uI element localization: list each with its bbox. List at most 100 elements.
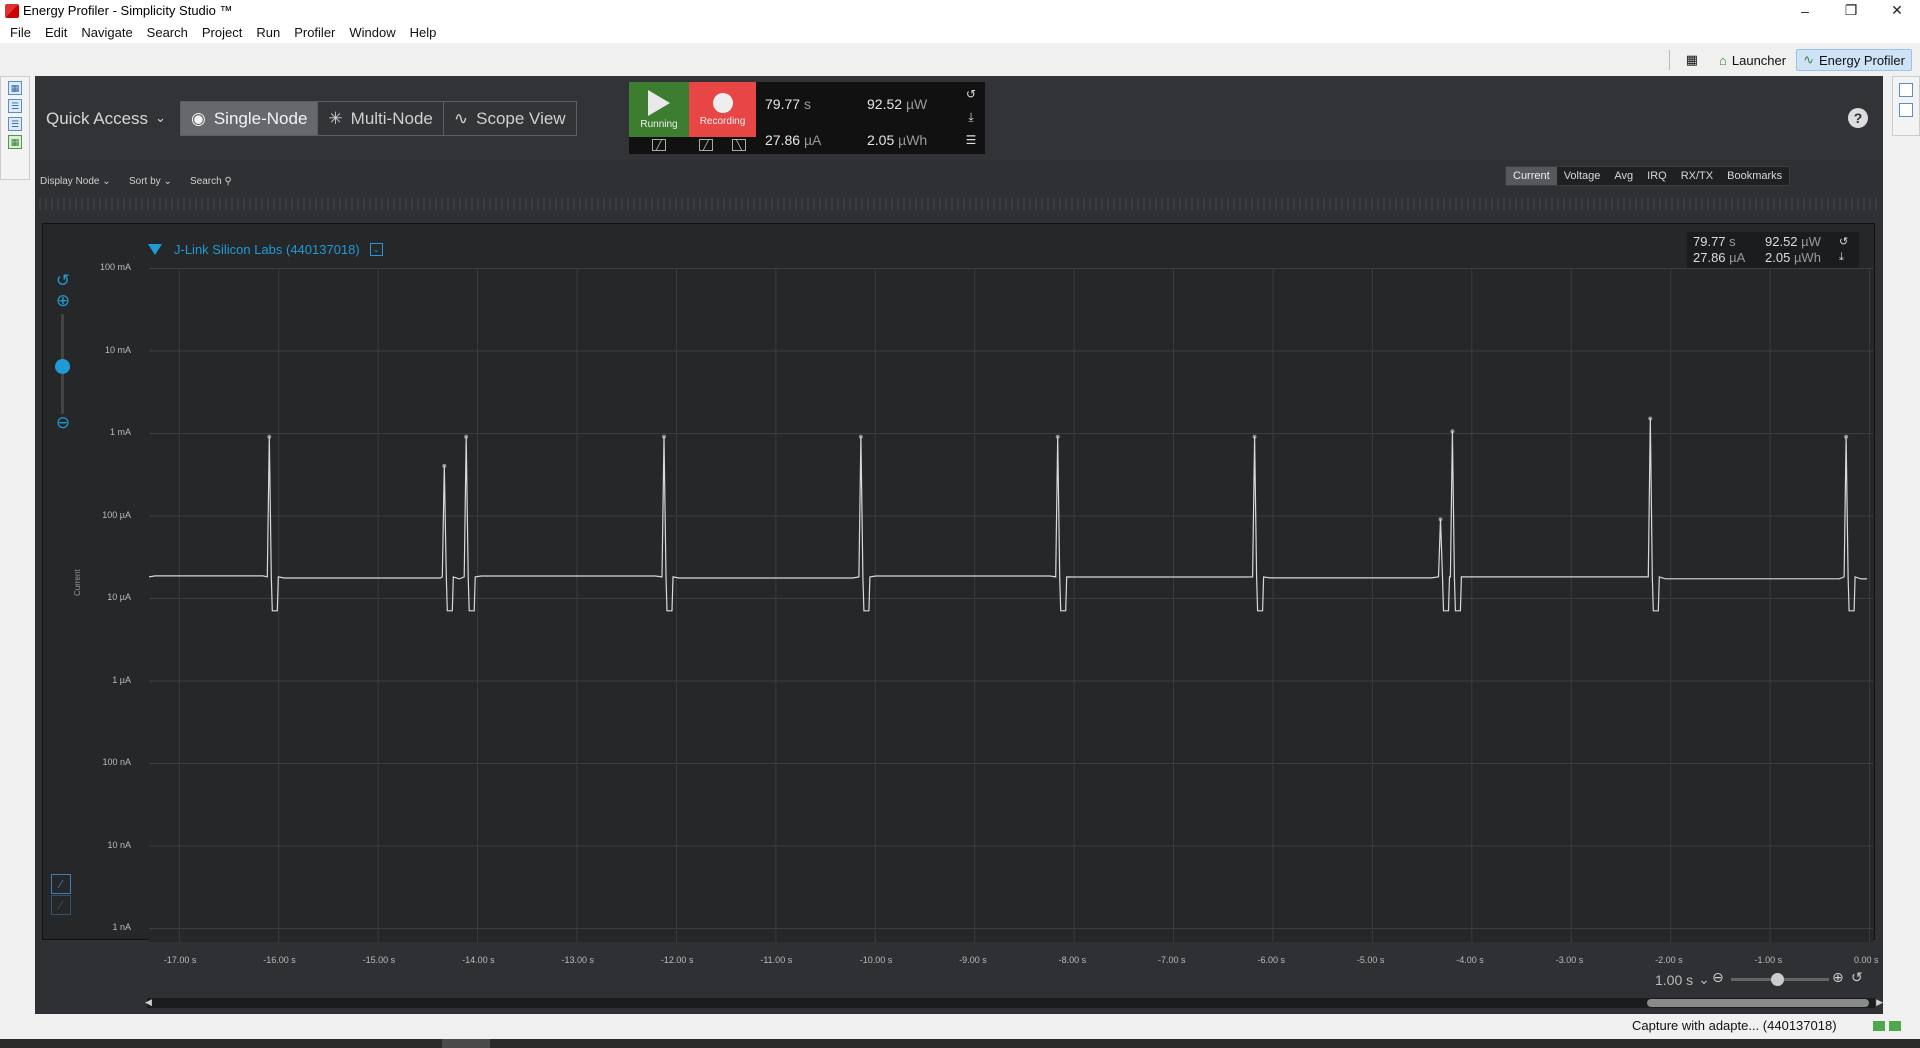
single-node-button[interactable]: ◉ Single-Node xyxy=(181,102,319,135)
line-mode-icon[interactable]: ∕ xyxy=(51,874,71,894)
search-label: Search xyxy=(190,176,222,187)
recording-label: Recording xyxy=(699,115,746,127)
zoom-out-icon[interactable]: ⊖ xyxy=(54,414,72,432)
download-icon[interactable]: ⤓ xyxy=(963,109,979,125)
tab-current[interactable]: Current xyxy=(1506,167,1557,185)
tab-avg[interactable]: Avg xyxy=(1607,167,1640,185)
tab-voltage[interactable]: Voltage xyxy=(1557,167,1608,185)
open-perspective-button[interactable]: ▦ xyxy=(1680,49,1709,71)
help-icon[interactable]: ? xyxy=(1848,108,1868,128)
tab-bookmarks[interactable]: Bookmarks xyxy=(1720,167,1789,185)
device-menu-icon[interactable]: ⌄ xyxy=(369,243,383,256)
y-tick-label: 1 µA xyxy=(112,674,131,685)
record-start-icon[interactable]: ╱ xyxy=(699,139,713,151)
tab-irq[interactable]: IRQ xyxy=(1640,167,1674,185)
close-button[interactable]: ✕ xyxy=(1874,0,1920,21)
tab-rx-tx[interactable]: RX/TX xyxy=(1674,167,1720,185)
record-stop-icon[interactable]: ╲ xyxy=(732,139,746,151)
menu-edit[interactable]: Edit xyxy=(38,25,74,40)
chevron-down-icon: ⌄ xyxy=(1698,971,1710,987)
run-button[interactable]: Running xyxy=(629,82,689,137)
panel-icon[interactable] xyxy=(1899,103,1913,117)
device-header: J-Link Silicon Labs (440137018) ⌄ xyxy=(148,242,383,257)
restore-view-icon[interactable]: ▦ xyxy=(8,81,22,95)
project-explorer-icon[interactable]: ☰ xyxy=(8,99,22,113)
record-icon xyxy=(712,92,733,113)
multi-node-label: Multi-Node xyxy=(350,108,433,128)
play-icon xyxy=(648,89,670,116)
running-label: Running xyxy=(640,118,678,130)
display-node-dropdown[interactable]: Display Node ⌄ xyxy=(40,176,111,187)
run-control-panel: Running Recording ╱ ╱ ╲ 79.77 s 27.86 µA… xyxy=(629,82,985,154)
menu-help[interactable]: Help xyxy=(403,25,444,40)
taskbar-active-item[interactable] xyxy=(442,1039,490,1048)
menu-file[interactable]: File xyxy=(3,25,38,40)
menu-window[interactable]: Window xyxy=(342,25,402,40)
device-stats: 79.77 s 27.86 µA 92.52 µW 2.05 µWh ↺ ⤓ xyxy=(1687,232,1859,268)
restore-button[interactable]: ❐ xyxy=(1828,0,1874,21)
chevron-down-icon[interactable]: ⌄ xyxy=(155,110,166,126)
perspective-launcher[interactable]: ⌂ Launcher xyxy=(1713,49,1792,71)
total-energy: 2.05 µWh xyxy=(867,132,927,148)
download-icon[interactable]: ⤓ xyxy=(1839,251,1844,264)
x-tick-label: -14.00 s xyxy=(462,955,495,965)
horizontal-scrollbar[interactable]: ◀ ▶ xyxy=(145,997,1883,1008)
device-time-value: 79.77 xyxy=(1693,234,1726,249)
x-tick-label: -17.00 s xyxy=(163,955,197,965)
average-power-value: 92.52 xyxy=(867,96,903,112)
menu-run[interactable]: Run xyxy=(249,25,287,40)
single-node-label: Single-Node xyxy=(213,108,308,128)
home-icon: ⌂ xyxy=(1719,52,1727,68)
current-plot[interactable] xyxy=(148,268,1873,942)
multi-node-button[interactable]: ✳ Multi-Node xyxy=(318,102,444,135)
total-energy-value: 2.05 xyxy=(867,132,895,148)
restore-view-icon[interactable] xyxy=(1899,83,1913,97)
fill-mode-icon[interactable]: ∕ xyxy=(51,895,71,915)
open-perspective-icon: ▦ xyxy=(1685,52,1699,67)
reset-icon[interactable]: ↺ xyxy=(963,86,979,102)
search-button[interactable]: Search ⚲ xyxy=(190,176,232,187)
scrollbar-thumb[interactable] xyxy=(1647,999,1869,1007)
perspective-energy-profiler[interactable]: ∿ Energy Profiler xyxy=(1796,49,1912,71)
scope-view-button[interactable]: ∿ Scope View xyxy=(443,102,576,135)
x-tick-label: -15.00 s xyxy=(362,955,396,965)
menu-project[interactable]: Project xyxy=(195,25,249,40)
y-zoom-knob[interactable] xyxy=(55,359,70,374)
x-tick-label: -11.00 s xyxy=(760,955,793,965)
outline-icon[interactable]: ☰ xyxy=(8,117,22,131)
zoom-in-time-icon[interactable]: ⊕ xyxy=(1832,969,1844,986)
average-current-unit: µA xyxy=(803,132,822,148)
sort-by-dropdown[interactable]: Sort by ⌄ xyxy=(129,176,172,187)
time-scale-knob[interactable] xyxy=(1771,973,1784,986)
device-name: J-Link Silicon Labs (440137018) xyxy=(174,242,360,257)
scroll-left-icon[interactable]: ◀ xyxy=(145,997,152,1008)
current-peak xyxy=(1844,434,1849,439)
reset-zoom-icon[interactable]: ↺ xyxy=(54,272,72,290)
timeline-ruler xyxy=(39,198,1877,210)
reset-icon[interactable]: ↺ xyxy=(1839,235,1848,248)
device-current-unit: µA xyxy=(1729,250,1746,265)
menu-search[interactable]: Search xyxy=(140,25,195,40)
record-button[interactable]: Recording xyxy=(689,82,756,137)
collapse-icon[interactable] xyxy=(148,244,162,255)
scroll-right-icon[interactable]: ▶ xyxy=(1876,997,1883,1008)
time-scale-dropdown[interactable]: 1.00 s ⌄ xyxy=(1655,971,1710,988)
current-peak xyxy=(1450,429,1455,434)
minimize-button[interactable]: – xyxy=(1782,0,1828,21)
zoom-out-time-icon[interactable]: ⊖ xyxy=(1712,969,1724,986)
average-current: 27.86 µA xyxy=(765,132,821,148)
current-peak xyxy=(442,463,447,468)
x-tick-label: -10.00 s xyxy=(859,955,893,965)
quick-access-label[interactable]: Quick Access xyxy=(46,109,148,129)
menu-profiler[interactable]: Profiler xyxy=(287,25,342,40)
menu-navigate[interactable]: Navigate xyxy=(74,25,139,40)
y-tick-label: 10 mA xyxy=(104,344,131,355)
window-title: Energy Profiler - Simplicity Studio ™ xyxy=(23,3,233,18)
reset-time-icon[interactable]: ↺ xyxy=(1851,969,1863,986)
view-tabs: Current Voltage Avg IRQ RX/TX Bookmarks xyxy=(1505,166,1791,186)
details-icon[interactable]: ☰ xyxy=(963,132,979,148)
run-options-icon[interactable]: ╱ xyxy=(652,139,666,151)
elapsed-time: 79.77 s xyxy=(765,96,811,112)
zoom-in-icon[interactable]: ⊕ xyxy=(54,292,72,310)
debug-adapters-icon[interactable]: ▦ xyxy=(8,135,22,149)
